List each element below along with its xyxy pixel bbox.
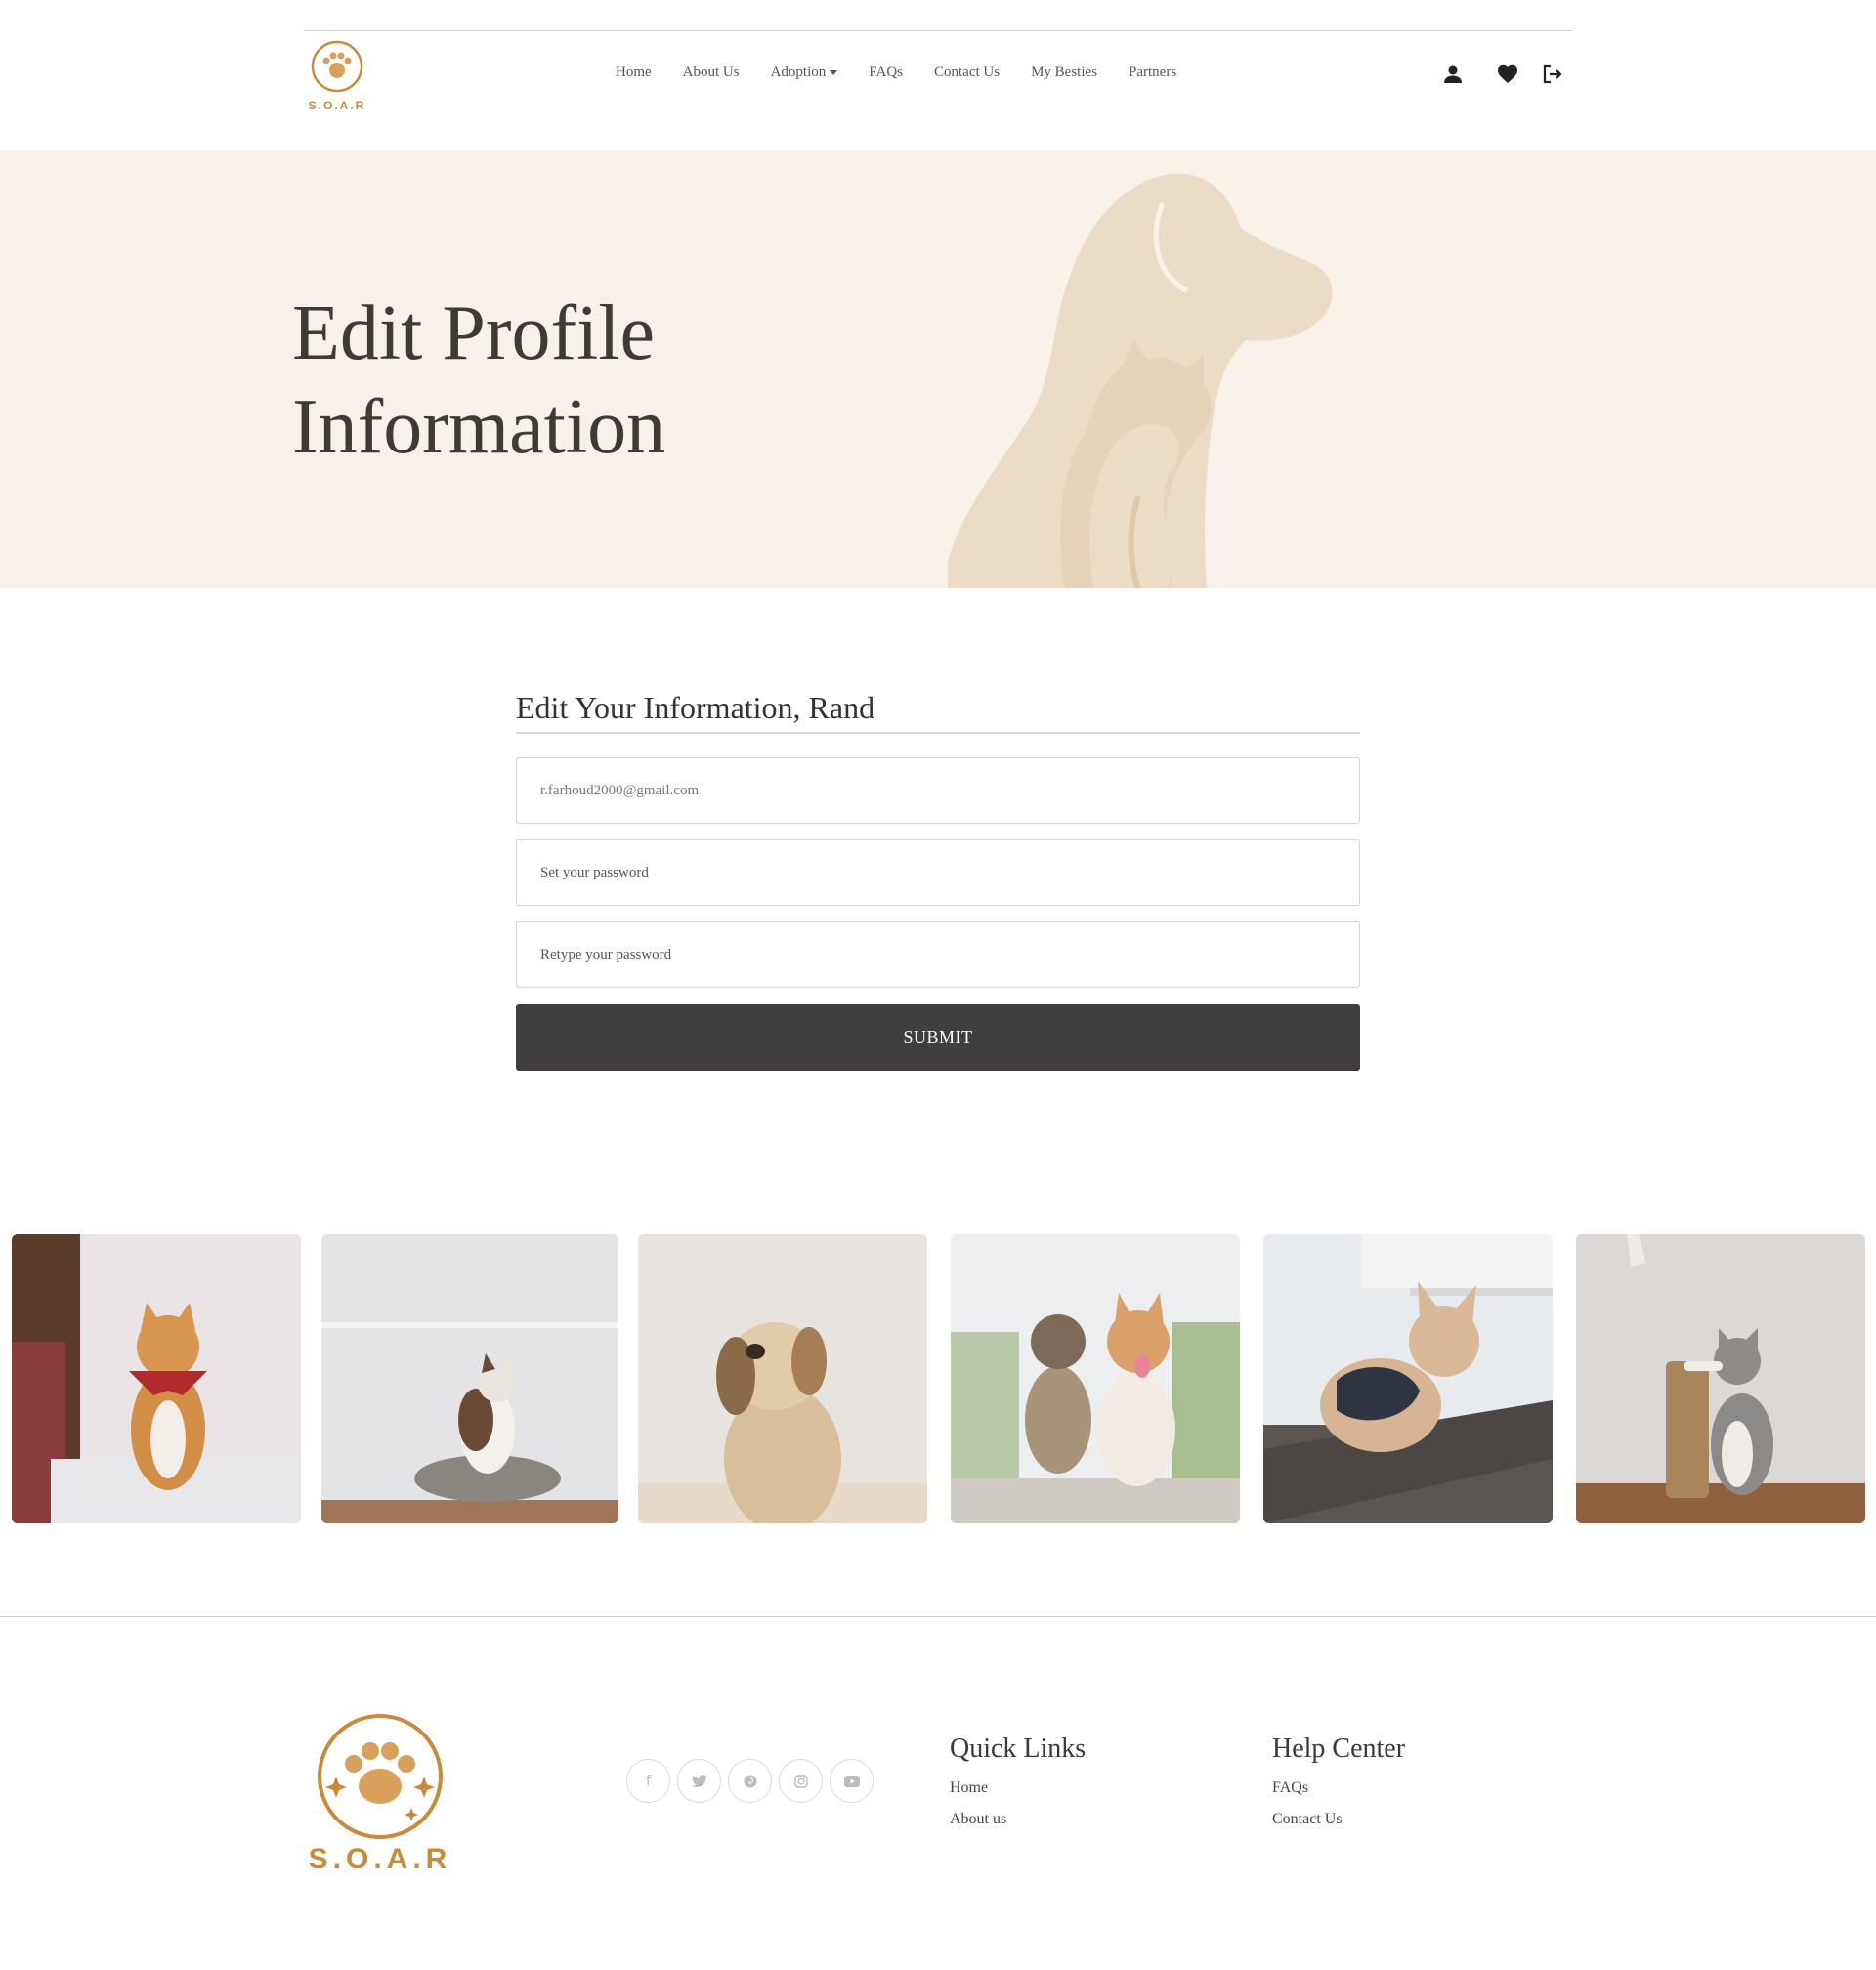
nav-partners[interactable]: Partners [1129,64,1176,81]
dog-photo [1263,1234,1553,1523]
pinterest-icon[interactable] [728,1759,772,1803]
retype-password-field[interactable] [516,921,1360,988]
social-links: f [626,1759,880,1803]
svg-text:S.O.A.R: S.O.A.R [309,99,366,112]
edit-profile-form: Edit Your Information, Rand SUBMIT [516,690,1360,1071]
twitter-icon[interactable] [677,1759,721,1803]
footer-link-about-us[interactable]: About us [950,1804,1086,1835]
footer-link-faqs[interactable]: FAQs [1272,1773,1405,1804]
nav-faqs[interactable]: FAQs [869,64,903,81]
hero-banner: Edit Profile Information [0,150,1876,588]
footer-divider [0,1616,1876,1617]
dogs-photo [951,1234,1240,1523]
pet-gallery [0,1234,1876,1523]
nav-home[interactable]: Home [616,64,652,81]
instagram-icon[interactable] [779,1759,823,1803]
page-title-line1: Edit Profile [292,290,656,376]
heart-icon[interactable] [1496,63,1519,86]
cat-photo [12,1234,301,1523]
form-title: Edit Your Information, Rand [516,690,1360,734]
page-title: Edit Profile Information [292,286,781,474]
quick-links-column: Quick Links Home About us [950,1734,1086,1835]
nav-adoption[interactable]: Adoption [771,64,838,81]
facebook-icon[interactable]: f [626,1759,670,1803]
submit-button[interactable]: SUBMIT [516,1004,1360,1071]
nav-contact-us[interactable]: Contact Us [934,64,1000,81]
caret-down-icon [830,70,838,75]
svg-text:S.O.A.R: S.O.A.R [309,1843,451,1875]
logout-icon[interactable] [1541,63,1564,86]
email-field[interactable] [516,757,1360,824]
dog-photo [638,1234,927,1523]
page-title-line2: Information [292,384,666,470]
nav-about-us[interactable]: About Us [683,64,740,81]
footer-logo[interactable]: S.O.A.R [309,1710,451,1878]
footer-link-contact-us[interactable]: Contact Us [1272,1804,1405,1835]
youtube-icon[interactable] [830,1759,874,1803]
help-center-column: Help Center FAQs Contact Us [1272,1734,1405,1835]
help-center-title: Help Center [1272,1734,1406,1764]
brand-logo[interactable]: S.O.A.R [305,39,369,113]
main-nav: Home About Us Adoption FAQs Contact Us M… [616,64,1208,81]
cat-photo [321,1234,618,1523]
user-icon[interactable] [1441,63,1465,86]
pets-silhouette-icon [948,173,1333,588]
nav-adoption-label: Adoption [770,64,827,80]
footer-link-home[interactable]: Home [950,1773,1086,1804]
header-actions [1441,63,1564,86]
password-field[interactable] [516,839,1360,906]
header-divider [304,30,1572,31]
quick-links-title: Quick Links [950,1734,1087,1764]
kitten-photo [1576,1234,1865,1523]
nav-my-besties[interactable]: My Besties [1031,64,1097,81]
